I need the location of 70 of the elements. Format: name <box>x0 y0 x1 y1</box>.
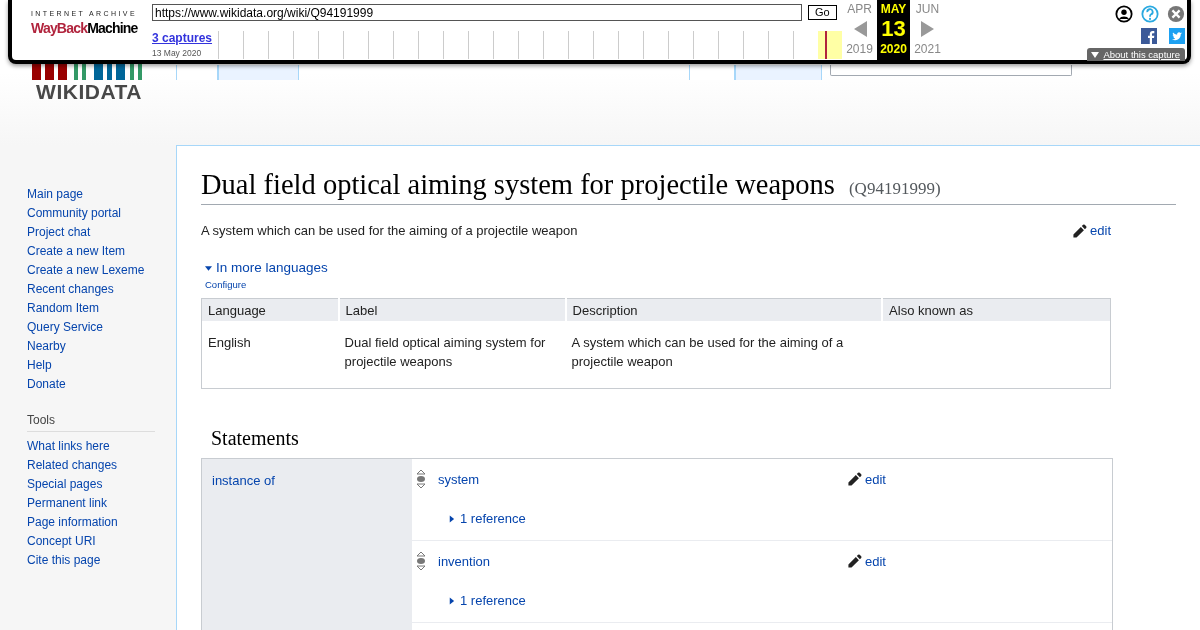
sidebar-link[interactable]: Permanent link <box>27 494 108 513</box>
sidebar-link[interactable]: What links here <box>27 437 110 456</box>
sidebar-link[interactable]: Page information <box>27 513 118 532</box>
page-tab[interactable] <box>218 65 299 80</box>
value-link[interactable]: invention <box>438 553 848 569</box>
sidebar-link[interactable]: Special pages <box>27 475 103 494</box>
sidebar-link[interactable]: Related changes <box>27 456 118 475</box>
edit-link[interactable]: edit <box>848 471 886 487</box>
facebook-icon[interactable] <box>1141 28 1157 44</box>
twitter-icon[interactable] <box>1169 28 1185 44</box>
sidebar-link[interactable]: Query Service <box>27 318 104 337</box>
capture-date: 13 May 2020 <box>152 48 203 58</box>
url-field[interactable]: https://www.wikidata.org/wiki/Q94191999 <box>152 4 802 21</box>
sidebar-link[interactable]: Concept URI <box>27 532 96 551</box>
move-handle-icon[interactable] <box>416 469 426 490</box>
edit-link[interactable]: edit <box>1073 223 1111 239</box>
sidebar-link[interactable]: Community portal <box>27 204 122 223</box>
captures-link[interactable]: 3 captures <box>152 31 213 45</box>
close-icon[interactable] <box>1167 5 1185 23</box>
column-header: Label <box>338 298 566 322</box>
pencil-icon <box>1073 223 1088 238</box>
sidebar-link[interactable]: Random Item <box>27 299 100 318</box>
move-handle-icon[interactable] <box>416 551 426 572</box>
wikidata-wordmark: WIKIDATA <box>36 80 142 104</box>
sidebar-link[interactable]: Create a new Lexeme <box>27 261 145 280</box>
page-tab[interactable] <box>689 65 735 80</box>
sidebar-link[interactable]: Donate <box>27 375 66 394</box>
sidebar-link[interactable]: Create a new Item <box>27 242 126 261</box>
capture-timeline[interactable] <box>218 31 842 59</box>
caret-icon <box>205 263 212 272</box>
table-cell: English <box>208 335 251 351</box>
sidebar-link[interactable]: Nearby <box>27 337 66 356</box>
property-link[interactable]: instance of <box>212 473 275 489</box>
search-field[interactable] <box>830 65 1072 76</box>
configure-link[interactable]: Configure <box>205 279 247 291</box>
item-description: A system which can be used for the aiming of a projectile weapon <box>201 223 578 239</box>
calendar-month[interactable]: APR 2019 <box>842 0 877 60</box>
sidebar-link[interactable]: Recent changes <box>27 280 114 299</box>
tools-heading: Tools <box>27 408 155 432</box>
wayback-logo: WayBackMachine <box>31 19 138 38</box>
page-tab[interactable] <box>735 65 822 80</box>
edit-link[interactable]: edit <box>848 553 886 569</box>
calendar-month[interactable]: MAY 13 2020 <box>877 0 910 60</box>
references-toggle[interactable]: 1 reference <box>448 511 526 527</box>
sidebar-link[interactable]: Help <box>27 356 52 375</box>
sidebar-link[interactable]: Cite this page <box>27 551 101 570</box>
table-cell: A system which can be used for the aiming of a projectile weapon <box>571 335 844 370</box>
sidebar-link[interactable]: Project chat <box>27 223 91 242</box>
column-header: Also known as <box>882 298 1111 322</box>
go-button[interactable]: Go <box>808 5 837 20</box>
pencil-icon <box>848 472 862 487</box>
calendar-month[interactable]: JUN 2021 <box>910 0 945 60</box>
about-capture-button[interactable]: About this capture <box>1087 48 1185 61</box>
table-cell: Dual field optical aiming system for projectile weapons <box>344 335 546 370</box>
page-title: Dual field optical aiming system for projectile weapons <box>201 168 835 202</box>
help-icon[interactable] <box>1141 5 1159 23</box>
more-languages-toggle[interactable]: In more languages <box>205 260 328 276</box>
caret-icon <box>1091 51 1100 58</box>
item-id: (Q94191999) <box>848 179 941 199</box>
caret-icon <box>448 596 455 605</box>
user-icon[interactable] <box>1115 5 1133 23</box>
value-link[interactable]: system <box>438 471 848 487</box>
caret-icon <box>448 514 455 523</box>
column-header: Language <box>201 298 339 322</box>
column-header: Description <box>565 298 883 322</box>
page-tab[interactable] <box>176 65 218 80</box>
references-toggle[interactable]: 1 reference <box>448 593 526 609</box>
pencil-icon <box>848 554 862 569</box>
statements-heading: Statements <box>211 427 300 451</box>
sidebar-link[interactable]: Main page <box>27 185 84 204</box>
